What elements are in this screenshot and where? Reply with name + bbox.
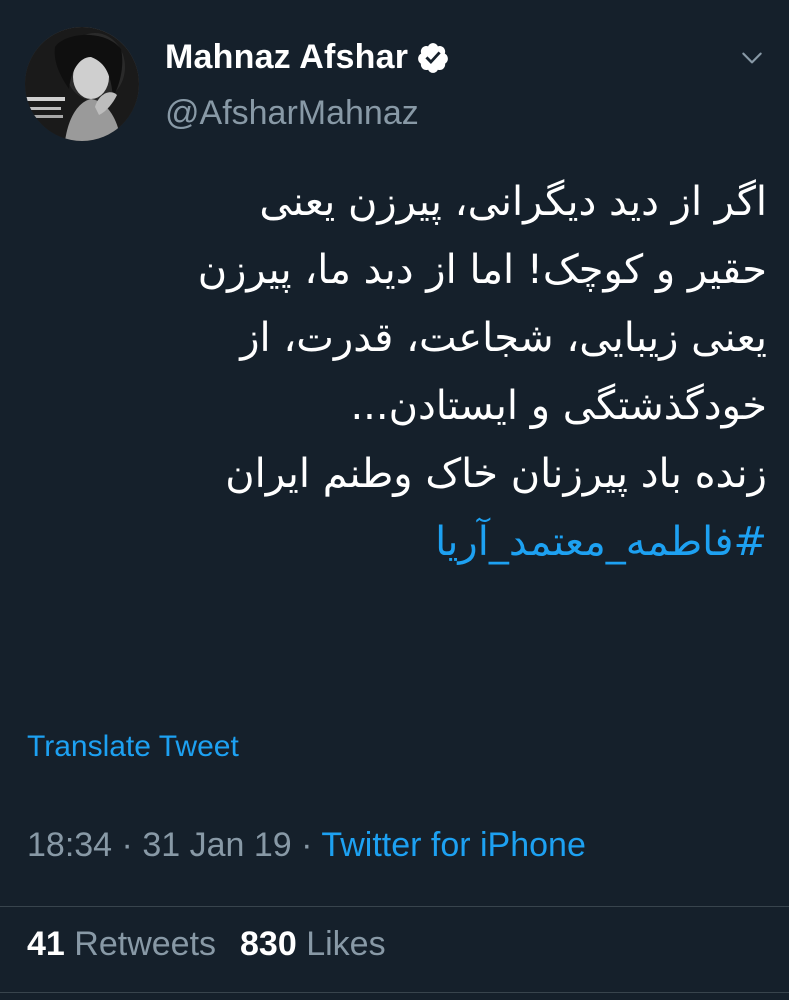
tweet-date: 31 Jan 19 [142,826,292,864]
tweet-detail: Mahnaz Afshar @AfsharMahnaz اگر از دید د… [0,0,789,1000]
tweet-time: 18:34 [27,826,113,864]
engagement-stats: 41 Retweets 830 Likes [27,925,386,964]
tweet-text-line: حقیر و کوچک! اما از دید ما، پیرزن [197,247,767,293]
tweet-text-line: خودگذشتگی و ایستادن... [350,383,767,429]
meta-separator: · [121,826,133,864]
user-handle[interactable]: @AfsharMahnaz [165,94,419,133]
display-name[interactable]: Mahnaz Afshar [165,38,450,77]
retweets-stat[interactable]: 41 Retweets [27,925,216,963]
tweet-source-link[interactable]: Twitter for iPhone [321,826,586,864]
tweet-text-line: یعنی زیبایی، شجاعت، قدرت، از [240,315,767,361]
avatar[interactable] [25,27,139,141]
tweet-text-line: زنده باد پیرزنان خاک وطنم ایران [225,451,767,497]
chevron-down-icon[interactable] [739,45,765,71]
likes-label: Likes [306,925,386,963]
divider [0,992,789,993]
likes-count: 830 [240,925,297,963]
tweet-text-line: اگر از دید دیگرانی، پیرزن یعنی [259,179,767,225]
tweet-text: اگر از دید دیگرانی، پیرزن یعنی حقیر و کو… [20,168,767,576]
hashtag-link[interactable]: #فاطمه_معتمد_آریا [20,508,767,576]
verified-badge-icon [416,41,450,75]
retweets-count: 41 [27,925,65,963]
meta-separator: · [301,826,313,864]
likes-stat[interactable]: 830 Likes [240,925,386,963]
avatar-image [25,27,139,141]
display-name-text: Mahnaz Afshar [165,38,409,76]
divider [0,906,789,907]
translate-tweet-link[interactable]: Translate Tweet [27,730,239,764]
tweet-metadata: 18:34 · 31 Jan 19 · Twitter for iPhone [27,826,586,865]
retweets-label: Retweets [74,925,217,963]
